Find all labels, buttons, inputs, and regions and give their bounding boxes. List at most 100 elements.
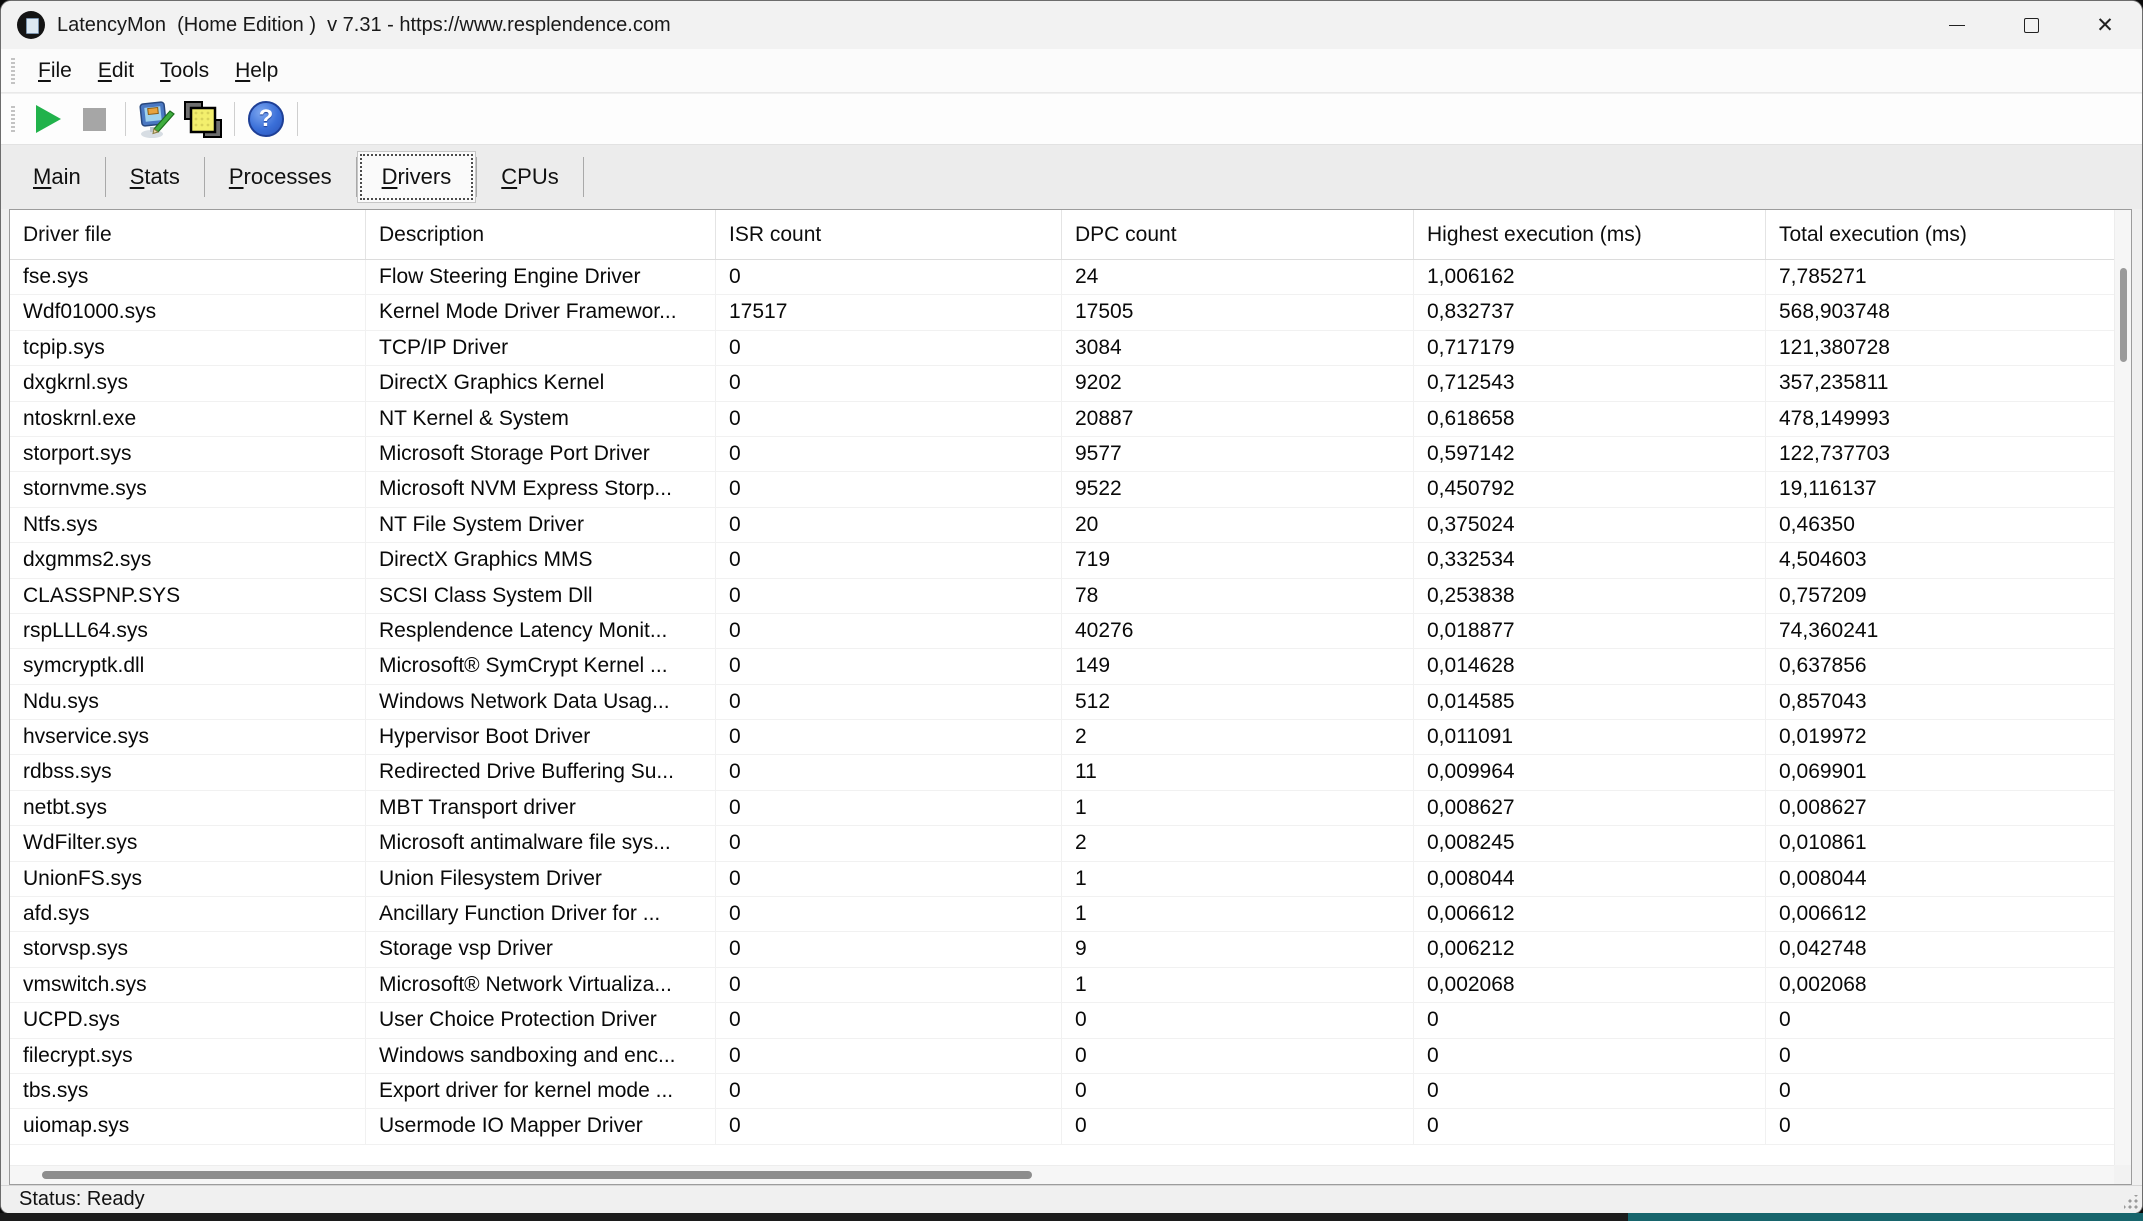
stop-monitor-button[interactable]: [71, 98, 117, 140]
table-row[interactable]: ntoskrnl.exeNT Kernel & System0208870,61…: [10, 402, 2114, 437]
table-row[interactable]: storvsp.sysStorage vsp Driver090,0062120…: [10, 932, 2114, 967]
table-cell: 11: [1062, 755, 1414, 789]
column-header-2[interactable]: ISR count: [716, 210, 1062, 259]
column-header-1[interactable]: Description: [366, 210, 716, 259]
table-row[interactable]: UCPD.sysUser Choice Protection Driver000…: [10, 1003, 2114, 1038]
minimize-button[interactable]: [1920, 1, 1994, 49]
desktop-edge-teal: [1628, 1213, 2143, 1221]
column-header-5[interactable]: Total execution (ms): [1766, 210, 2114, 259]
column-header-0[interactable]: Driver file: [10, 210, 366, 259]
table-cell: 0,832737: [1414, 295, 1766, 329]
tab-processes[interactable]: Processes: [205, 151, 356, 203]
column-header-3[interactable]: DPC count: [1062, 210, 1414, 259]
table-cell: 0: [1414, 1074, 1766, 1108]
maximize-button[interactable]: [1994, 1, 2068, 49]
table-cell: 0: [716, 543, 1062, 577]
table-cell: 0,006212: [1414, 932, 1766, 966]
monitor-pencil-icon: [136, 99, 178, 139]
table-cell: 0: [716, 1074, 1062, 1108]
menu-file[interactable]: File: [25, 55, 85, 87]
table-row[interactable]: stornvme.sysMicrosoft NVM Express Storp.…: [10, 472, 2114, 507]
table-cell: dxgkrnl.sys: [10, 366, 366, 400]
table-row[interactable]: UnionFS.sysUnion Filesystem Driver010,00…: [10, 862, 2114, 897]
table-cell: DirectX Graphics Kernel: [366, 366, 716, 400]
table-cell: 0,332534: [1414, 543, 1766, 577]
table-row[interactable]: vmswitch.sysMicrosoft® Network Virtualiz…: [10, 968, 2114, 1003]
table-row[interactable]: tcpip.sysTCP/IP Driver030840,717179121,3…: [10, 331, 2114, 366]
table-row[interactable]: uiomap.sysUsermode IO Mapper Driver0000: [10, 1109, 2114, 1144]
window-title: LatencyMon (Home Edition ) v 7.31 - http…: [57, 14, 671, 37]
table-cell: 40276: [1062, 614, 1414, 648]
menu-help[interactable]: Help: [222, 55, 291, 87]
stop-icon: [83, 108, 106, 131]
table-cell: 0: [716, 932, 1062, 966]
table-row[interactable]: afd.sysAncillary Function Driver for ...…: [10, 897, 2114, 932]
vertical-scrollbar[interactable]: [2114, 210, 2131, 1165]
tab-separator: [583, 157, 584, 197]
table-cell: 0,042748: [1766, 932, 2114, 966]
table-cell: storvsp.sys: [10, 932, 366, 966]
start-monitor-button[interactable]: [25, 98, 71, 140]
table-row[interactable]: Wdf01000.sysKernel Mode Driver Framewor.…: [10, 295, 2114, 330]
table-row[interactable]: rdbss.sysRedirected Drive Buffering Su..…: [10, 755, 2114, 790]
table-cell: 0,008627: [1414, 791, 1766, 825]
table-cell: Microsoft® SymCrypt Kernel ...: [366, 649, 716, 683]
table-row[interactable]: Ntfs.sysNT File System Driver0200,375024…: [10, 508, 2114, 543]
menu-bar: FileEditToolsHelp: [1, 49, 2142, 93]
table-cell: SCSI Class System Dll: [366, 579, 716, 613]
table-cell: 9577: [1062, 437, 1414, 471]
table-cell: 1: [1062, 791, 1414, 825]
table-cell: 0: [716, 508, 1062, 542]
minimize-icon: [1949, 25, 1965, 26]
table-row[interactable]: dxgkrnl.sysDirectX Graphics Kernel092020…: [10, 366, 2114, 401]
table-cell: 512: [1062, 685, 1414, 719]
tab-drivers[interactable]: Drivers: [357, 151, 477, 203]
table-row[interactable]: dxgmms2.sysDirectX Graphics MMS07190,332…: [10, 543, 2114, 578]
toolbar-separator: [297, 102, 298, 136]
table-cell: 0: [716, 579, 1062, 613]
edit-options-button[interactable]: [134, 98, 180, 140]
table-cell: 122,737703: [1766, 437, 2114, 471]
tab-stats[interactable]: Stats: [106, 151, 204, 203]
tab-cpus[interactable]: CPUs: [477, 151, 582, 203]
table-cell: DirectX Graphics MMS: [366, 543, 716, 577]
table-cell: 9202: [1062, 366, 1414, 400]
column-header-4[interactable]: Highest execution (ms): [1414, 210, 1766, 259]
table-cell: 1: [1062, 862, 1414, 896]
window-controls: ✕: [1920, 1, 2142, 49]
menu-tools[interactable]: Tools: [147, 55, 222, 87]
table-cell: 0,069901: [1766, 755, 2114, 789]
table-cell: 0,018877: [1414, 614, 1766, 648]
report-button[interactable]: [180, 98, 226, 140]
table-row[interactable]: symcryptk.dllMicrosoft® SymCrypt Kernel …: [10, 649, 2114, 684]
horizontal-scrollbar[interactable]: [10, 1165, 2114, 1184]
menu-edit[interactable]: Edit: [85, 55, 147, 87]
close-button[interactable]: ✕: [2068, 1, 2142, 49]
table-row[interactable]: CLASSPNP.SYSSCSI Class System Dll0780,25…: [10, 579, 2114, 614]
table-cell: uiomap.sys: [10, 1109, 366, 1143]
scrollbar-corner: [2114, 1165, 2131, 1184]
table-cell: 20: [1062, 508, 1414, 542]
toolbar-gripper: [11, 106, 15, 132]
table-cell: 357,235811: [1766, 366, 2114, 400]
resize-grip-icon[interactable]: [2124, 1195, 2138, 1209]
table-row[interactable]: hvservice.sysHypervisor Boot Driver020,0…: [10, 720, 2114, 755]
table-row[interactable]: filecrypt.sysWindows sandboxing and enc.…: [10, 1039, 2114, 1074]
table-cell: UCPD.sys: [10, 1003, 366, 1037]
table-cell: 0: [716, 791, 1062, 825]
table-cell: 149: [1062, 649, 1414, 683]
table-row[interactable]: tbs.sysExport driver for kernel mode ...…: [10, 1074, 2114, 1109]
table-row[interactable]: storport.sysMicrosoft Storage Port Drive…: [10, 437, 2114, 472]
table-row[interactable]: rspLLL64.sysResplendence Latency Monit..…: [10, 614, 2114, 649]
table-row[interactable]: Ndu.sysWindows Network Data Usag...05120…: [10, 685, 2114, 720]
tab-main[interactable]: Main: [9, 151, 105, 203]
table-cell: 9522: [1062, 472, 1414, 506]
vertical-scrollbar-thumb[interactable]: [2120, 268, 2127, 362]
help-button[interactable]: ?: [243, 98, 289, 140]
table-row[interactable]: netbt.sysMBT Transport driver010,0086270…: [10, 791, 2114, 826]
table-row[interactable]: fse.sysFlow Steering Engine Driver0241,0…: [10, 260, 2114, 295]
table-cell: 0: [1766, 1109, 2114, 1143]
table-cell: 0,597142: [1414, 437, 1766, 471]
horizontal-scrollbar-thumb[interactable]: [42, 1171, 1032, 1179]
table-row[interactable]: WdFilter.sysMicrosoft antimalware file s…: [10, 826, 2114, 861]
